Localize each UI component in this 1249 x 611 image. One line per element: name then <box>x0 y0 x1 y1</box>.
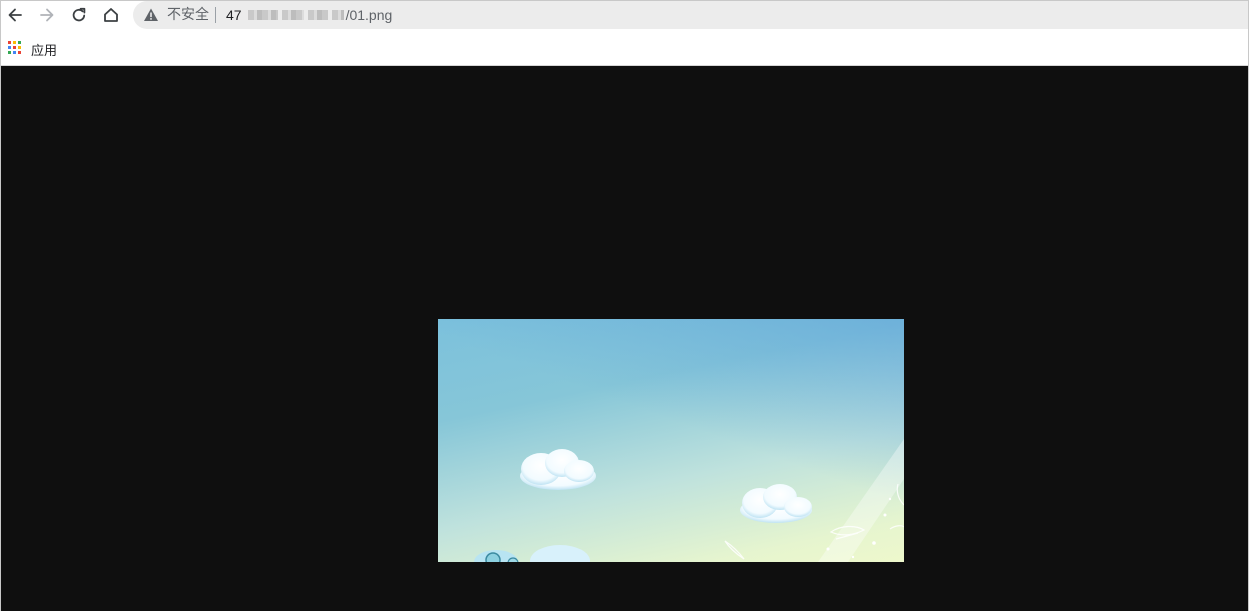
redacted-url-segment <box>281 10 304 20</box>
light-rays <box>818 439 904 562</box>
browser-window: 不安全 47 /01.png 应用 <box>0 0 1249 611</box>
reload-icon <box>72 7 86 22</box>
apps-shortcut-label[interactable]: 应用 <box>31 40 57 59</box>
clouds-illustration <box>474 439 904 562</box>
url-host-prefix: 47 <box>226 7 242 23</box>
cloud-left <box>520 449 596 490</box>
security-status-label[interactable]: 不安全 <box>167 7 209 23</box>
cloud-bottom <box>474 545 590 562</box>
image-viewer <box>1 66 1248 611</box>
bookmarks-bar: 应用 <box>1 30 1248 66</box>
address-bar[interactable]: 不安全 47 /01.png <box>133 1 1248 29</box>
arrow-right-icon <box>40 8 54 22</box>
sky-clouds-image[interactable] <box>438 319 904 562</box>
url-path: /01.png <box>345 7 393 23</box>
reload-button[interactable] <box>68 4 90 26</box>
redacted-url-segment <box>307 10 328 20</box>
forward-button[interactable] <box>36 4 58 26</box>
browser-toolbar: 不安全 47 /01.png <box>1 1 1248 30</box>
cloud-right <box>740 484 812 523</box>
home-button[interactable] <box>100 4 122 26</box>
home-icon <box>104 8 118 22</box>
omnibox-divider <box>215 7 216 23</box>
apps-grid-icon[interactable] <box>8 41 21 54</box>
back-button[interactable] <box>4 4 26 26</box>
warning-triangle-icon[interactable] <box>143 7 159 23</box>
arrow-left-icon <box>8 8 22 22</box>
redacted-url-segment <box>331 10 344 20</box>
url-text[interactable]: 47 /01.png <box>226 7 392 23</box>
redacted-url-segment <box>247 10 278 20</box>
